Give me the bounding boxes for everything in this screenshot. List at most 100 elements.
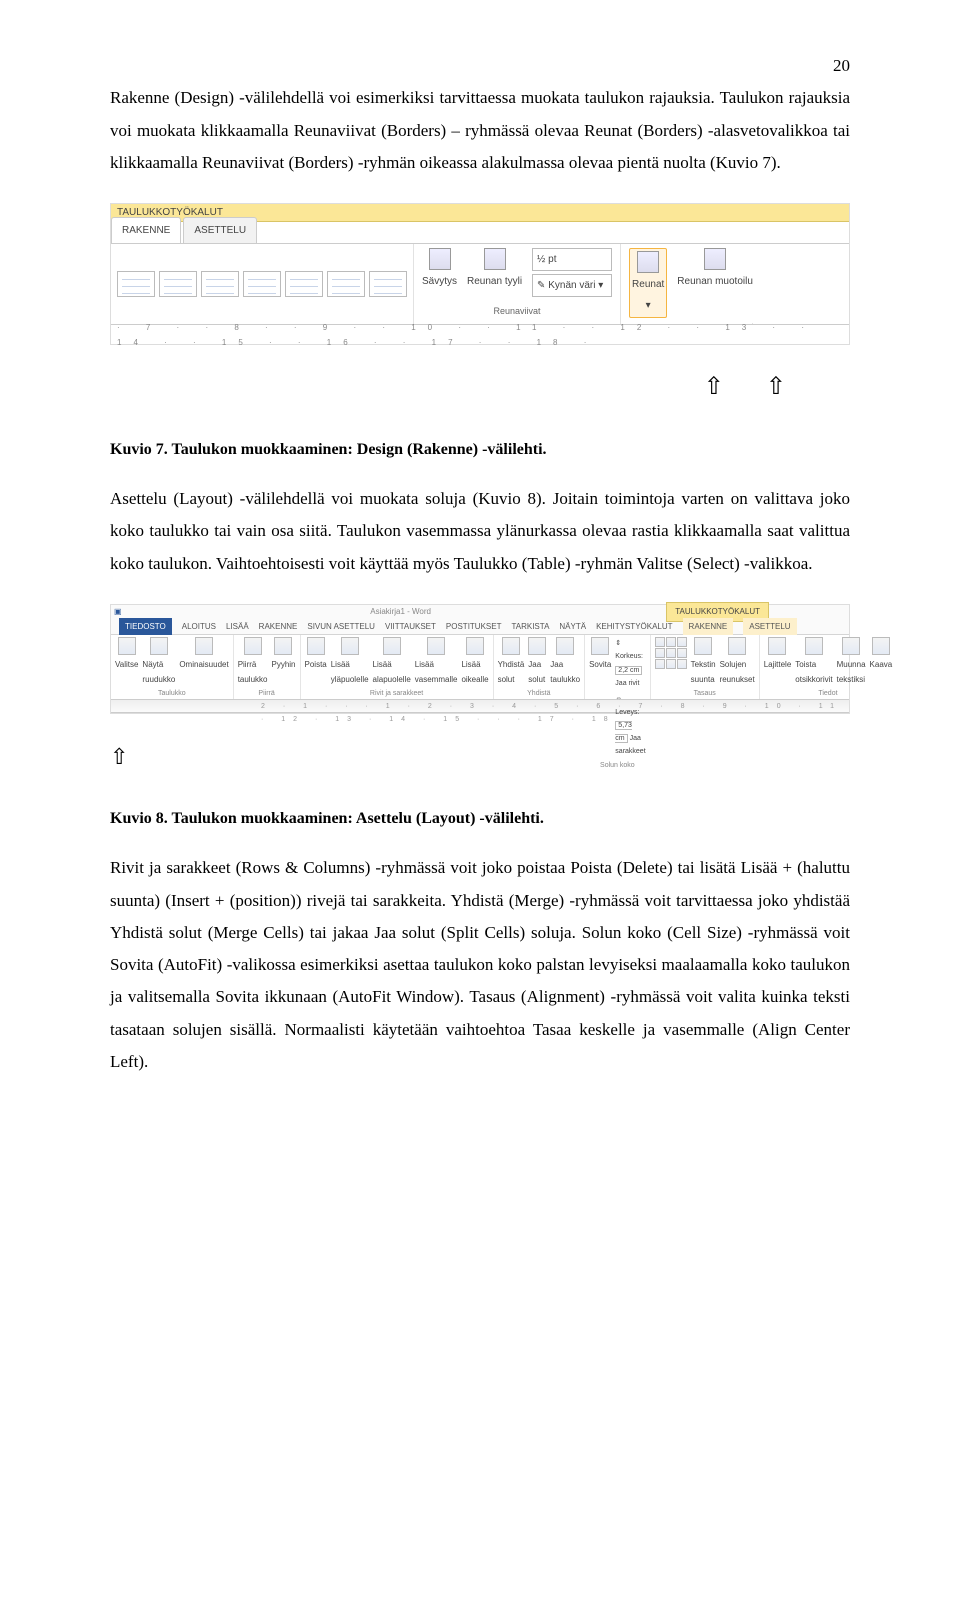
style-thumb[interactable]: [201, 271, 239, 297]
align-button[interactable]: [655, 659, 665, 669]
group-table-label: Taulukko: [115, 687, 229, 700]
ruler: 2 · 1 · · · 1 · 2 · 3 · 4 · 5 · 6 · 7 · …: [111, 699, 849, 713]
properties-icon: [195, 637, 213, 655]
menu-design[interactable]: RAKENNE: [259, 619, 298, 634]
border-style-label: Reunan tyyli: [467, 272, 522, 291]
menu-mailings[interactable]: POSTITUKSET: [446, 619, 502, 634]
align-button[interactable]: [666, 637, 676, 647]
height-input[interactable]: 2,2 cm: [615, 666, 642, 675]
draw-icon: [244, 637, 262, 655]
gridlines-icon: [150, 637, 168, 655]
insert-above-button[interactable]: Lisää yläpuolelle: [331, 637, 369, 687]
table-styles-gallery[interactable]: [111, 244, 414, 324]
merge-icon: [502, 637, 520, 655]
insert-below-icon: [383, 637, 401, 655]
menu-table-design[interactable]: RAKENNE: [683, 618, 734, 635]
merge-cells-button[interactable]: Yhdistä solut: [498, 637, 525, 687]
pen-color-dropdown[interactable]: ✎ Kynän väri ▾: [532, 274, 612, 297]
insert-below-button[interactable]: Lisää alapuolelle: [373, 637, 411, 687]
split-table-icon: [556, 637, 574, 655]
sort-icon: [768, 637, 786, 655]
repeat-header-button[interactable]: Toista otsikkorivit: [795, 637, 832, 687]
style-thumb[interactable]: [159, 271, 197, 297]
text-direction-icon: [694, 637, 712, 655]
borders-label: Reunat: [632, 275, 664, 294]
group-data-label: Tiedot: [764, 687, 893, 700]
menu-page-layout[interactable]: SIVUN ASETTELU: [307, 619, 375, 634]
chevron-down-icon: ▾: [646, 296, 651, 315]
eraser-icon: [274, 637, 292, 655]
menu-file[interactable]: TIEDOSTO: [119, 618, 172, 635]
shading-icon: [429, 248, 451, 270]
split-cells-button[interactable]: Jaa solut: [528, 637, 546, 687]
style-thumb[interactable]: [285, 271, 323, 297]
style-thumb[interactable]: [369, 271, 407, 297]
align-button[interactable]: [677, 648, 687, 658]
distribute-rows-button[interactable]: Jaa rivit: [615, 680, 639, 687]
figure-7-caption: Kuvio 7. Taulukon muokkaaminen: Design (…: [110, 435, 850, 465]
paragraph-2: Asettelu (Layout) -välilehdellä voi muok…: [110, 483, 850, 580]
figure-7-screenshot: TAULUKKOTYÖKALUT RAKENNE ASETTELU Sävyty…: [110, 203, 850, 345]
border-style-button[interactable]: Reunan tyyli: [467, 248, 522, 291]
ruler: · 7 · · 8 · · 9 · · 10 · · 11 · · 12 · ·…: [111, 324, 849, 344]
border-style-icon: [484, 248, 506, 270]
convert-icon: [842, 637, 860, 655]
style-thumb[interactable]: [243, 271, 281, 297]
split-table-button[interactable]: Jaa taulukko: [550, 637, 580, 687]
menu-review[interactable]: TARKISTA: [511, 619, 549, 634]
insert-left-button[interactable]: Lisää vasemmalle: [415, 637, 458, 687]
formula-icon: [872, 637, 890, 655]
shading-label: Sävytys: [422, 272, 457, 291]
page-number: 20: [110, 50, 850, 82]
menu-home[interactable]: ALOITUS: [182, 619, 216, 634]
tab-design[interactable]: RAKENNE: [111, 217, 181, 243]
delete-button[interactable]: Poista: [305, 637, 327, 687]
sort-button[interactable]: Lajittele: [764, 637, 792, 687]
group-alignment-label: Tasaus: [655, 687, 755, 700]
align-button[interactable]: [666, 648, 676, 658]
insert-above-icon: [341, 637, 359, 655]
eraser-button[interactable]: Pyyhin: [271, 637, 295, 687]
tab-layout[interactable]: ASETTELU: [183, 217, 257, 243]
align-button[interactable]: [677, 637, 687, 647]
insert-right-button[interactable]: Lisää oikealle: [461, 637, 488, 687]
align-button[interactable]: [666, 659, 676, 669]
menu-view[interactable]: NÄYTÄ: [559, 619, 586, 634]
borders-group-label: Reunaviivat: [422, 303, 612, 320]
split-icon: [528, 637, 546, 655]
figure-8-screenshot: ▣ Asiakirja1 - Word TAULUKKOTYÖKALUT TIE…: [110, 604, 850, 714]
autofit-button[interactable]: Sovita: [589, 637, 611, 759]
align-button[interactable]: [655, 648, 665, 658]
formula-button[interactable]: Kaava: [870, 637, 893, 687]
draw-table-button[interactable]: Piirrä taulukko: [238, 637, 268, 687]
cell-margins-button[interactable]: Solujen reunukset: [720, 637, 755, 687]
style-thumb[interactable]: [327, 271, 365, 297]
align-button[interactable]: [655, 637, 665, 647]
convert-to-text-button[interactable]: Muunna tekstiksi: [837, 637, 866, 687]
menu-developer[interactable]: KEHITYSTYÖKALUT: [596, 619, 672, 634]
text-direction-button[interactable]: Tekstin suunta: [691, 637, 716, 687]
height-icon: ⇕: [615, 640, 621, 647]
align-button[interactable]: [677, 659, 687, 669]
borders-icon: [637, 251, 659, 273]
properties-button[interactable]: Ominaisuudet: [179, 637, 228, 687]
style-thumb[interactable]: [117, 271, 155, 297]
shading-button[interactable]: Sävytys: [422, 248, 457, 291]
delete-icon: [307, 637, 325, 655]
group-merge-label: Yhdistä: [498, 687, 580, 700]
borders-dropdown-button[interactable]: Reunat ▾: [632, 251, 664, 315]
insert-right-icon: [466, 637, 484, 655]
select-button[interactable]: Valitse: [115, 637, 138, 687]
border-painter-button[interactable]: Reunan muotoilu: [677, 248, 753, 291]
annotation-arrow-icon: ⇧: [704, 365, 724, 411]
alignment-grid[interactable]: [655, 637, 687, 687]
cell-margins-icon: [728, 637, 746, 655]
border-painter-label: Reunan muotoilu: [677, 272, 753, 291]
view-gridlines-button[interactable]: Näytä ruudukko: [142, 637, 175, 687]
border-weight-dropdown[interactable]: ½ pt: [532, 248, 612, 271]
menu-insert[interactable]: LISÄÄ: [226, 619, 249, 634]
autofit-icon: [591, 637, 609, 655]
menu-references[interactable]: VIITTAUKSET: [385, 619, 436, 634]
menu-table-layout[interactable]: ASETTELU: [743, 618, 796, 635]
group-draw-label: Piirrä: [238, 687, 296, 700]
